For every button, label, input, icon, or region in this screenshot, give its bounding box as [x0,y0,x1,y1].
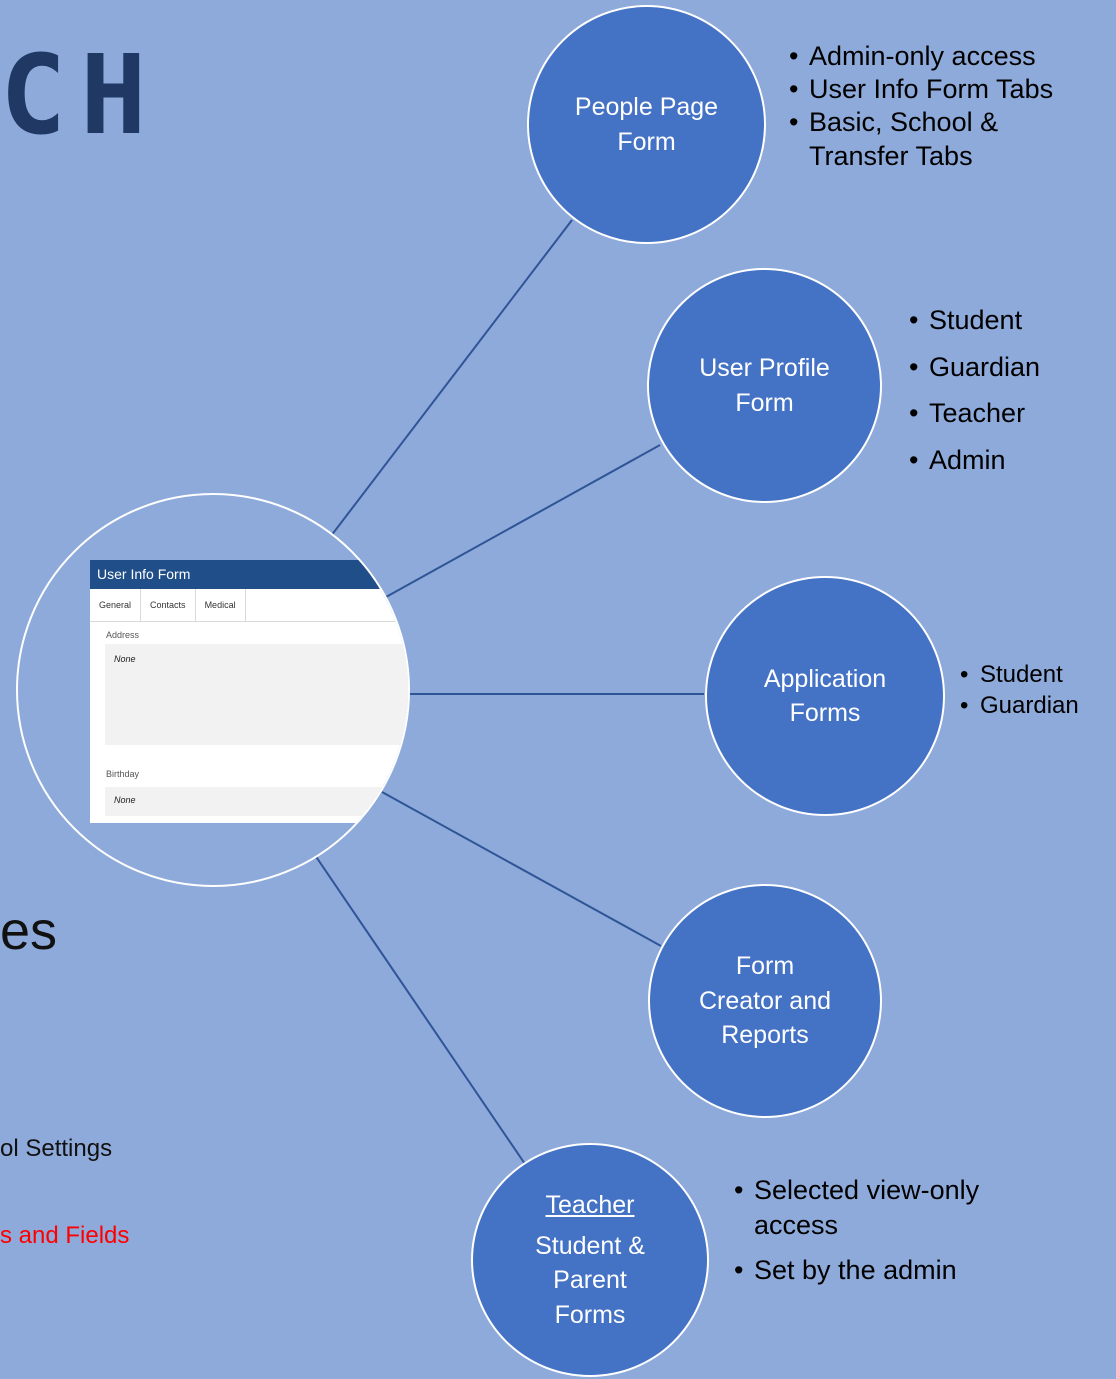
bullet-item: Set by the admin [734,1253,1054,1288]
connector-people-page [317,219,573,554]
node-line: User Profile [699,354,830,382]
node-line: Forms [554,1300,626,1329]
node-line: People Page [574,93,719,121]
tab-medical[interactable]: Medical [196,589,246,621]
left-heading-fragment: es [0,901,58,961]
teacher-label: Teacher [545,1191,635,1219]
teacher-forms-node: Teacher Student & Parent Forms [471,1143,709,1377]
node-line: Reports [721,1021,809,1050]
bullet-item: Admin-only access [789,40,1053,73]
node-line: Parent [553,1266,627,1294]
bullet-item: User Info Form Tabs [789,73,1053,106]
node-line: Form [617,127,676,156]
node-line: Application [763,664,887,693]
bullet-item: Basic, School & Transfer Tabs [789,106,1019,172]
people-page-bullets: Admin-only access User Info Form Tabs Ba… [789,40,1053,173]
form-title: User Info Form [90,560,408,589]
user-profile-bullets: Student Guardian Teacher Admin [909,297,1040,484]
bullet-item: Guardian [909,344,1040,391]
address-label: Address [106,630,140,640]
bullet-item: Selected view-only access [734,1173,1054,1243]
user-profile-form-node: User Profile Form [647,268,882,503]
address-value: None [105,644,408,745]
connector-user-profile [385,444,661,598]
connector-teacher [301,835,526,1165]
tab-general[interactable]: General [90,589,142,621]
people-page-form-node: People Page Form [527,5,766,244]
birthday-value: None [105,787,408,816]
node-line: Form [735,952,795,981]
application-bullets: Student Guardian [960,659,1079,722]
connector-form-creator [381,791,662,947]
node-line: Creator and [698,986,832,1015]
bullet-item: Student [909,297,1040,344]
form-tabs: General Contacts Medical [90,589,408,622]
application-forms-node: Application Forms [705,576,945,816]
bullet-item: Student [960,659,1079,690]
tab-contacts[interactable]: Contacts [141,589,196,621]
user-info-form-preview: User Info Form General Contacts Medical … [90,560,408,823]
bullet-item: Admin [909,437,1040,484]
teacher-bullets: Selected view-only access Set by the adm… [734,1173,1054,1288]
node-line: Student & [535,1231,645,1260]
node-line: Form [735,388,794,417]
bullet-item: Teacher [909,390,1040,437]
form-preview-magnifier: User Info Form General Contacts Medical … [16,493,410,887]
node-line: Forms [789,699,861,727]
left-settings-fragment: ol Settings [0,1135,113,1162]
birthday-label: Birthday [106,769,140,779]
form-creator-node: Form Creator and Reports [648,884,882,1118]
bullet-item: Guardian [960,690,1079,721]
left-fields-fragment: s and Fields [0,1222,130,1249]
